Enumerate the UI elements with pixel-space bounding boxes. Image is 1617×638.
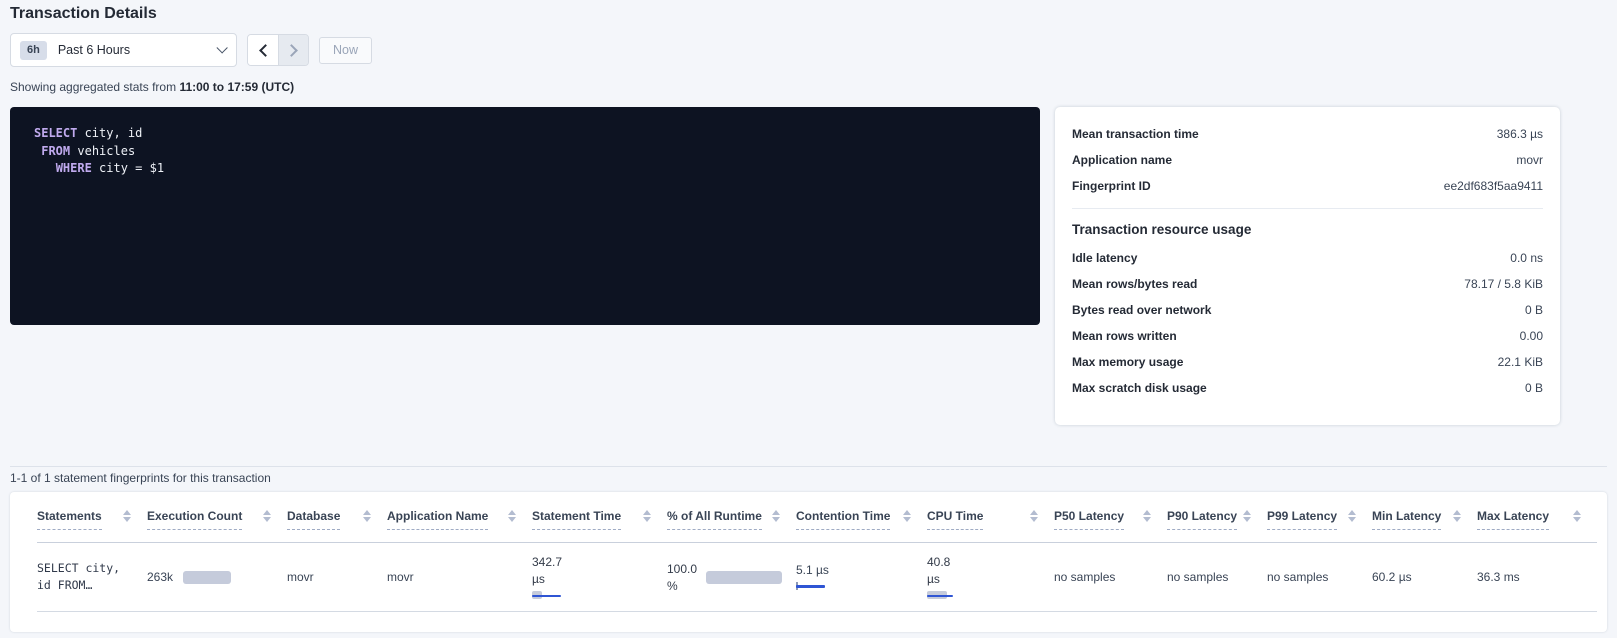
statements-table-header: Statements Execution Count Database Appl…	[37, 492, 1597, 543]
sort-icon	[903, 510, 911, 522]
p90-latency-cell: no samples	[1167, 570, 1267, 584]
database-cell: movr	[287, 570, 387, 584]
time-range-badge: 6h	[20, 41, 47, 60]
chevron-left-icon	[259, 44, 272, 57]
cpu-time-barchart	[927, 591, 1054, 600]
transaction-summary-panel: Mean transaction time 386.3 µs Applicati…	[1055, 107, 1560, 425]
summary-row-mean-transaction-time: Mean transaction time 386.3 µs	[1072, 121, 1543, 147]
sql-line-3: WHERE city = $1	[34, 160, 1016, 178]
statement-time-barchart	[532, 591, 667, 600]
statements-table-card: Statements Execution Count Database Appl…	[10, 492, 1607, 632]
aggregated-stats-caption: Showing aggregated stats from 11:00 to 1…	[10, 80, 294, 94]
resource-row-max-memory-usage: Max memory usage 22.1 KiB	[1072, 349, 1543, 375]
sort-icon	[1143, 510, 1151, 522]
column-header-p90-latency[interactable]: P90 Latency	[1167, 509, 1267, 530]
time-picker-row: 6h Past 6 Hours Now	[10, 33, 372, 67]
sql-line-1: SELECT city, id	[34, 125, 1016, 143]
execution-count-bar	[183, 571, 231, 584]
column-header-execution-count[interactable]: Execution Count	[147, 509, 287, 530]
section-divider	[10, 466, 1607, 467]
column-header-p99-latency[interactable]: P99 Latency	[1267, 509, 1372, 530]
column-header-max-latency[interactable]: Max Latency	[1477, 509, 1597, 530]
time-range-dropdown[interactable]: 6h Past 6 Hours	[10, 33, 237, 67]
sort-icon	[508, 510, 516, 522]
runtime-pct-bar	[706, 571, 782, 584]
resource-row-mean-rows-bytes-read: Mean rows/bytes read 78.17 / 5.8 KiB	[1072, 271, 1543, 297]
prev-time-button[interactable]	[248, 35, 278, 65]
column-header-runtime-pct[interactable]: % of All Runtime	[667, 509, 796, 530]
max-latency-cell: 36.3 ms	[1477, 570, 1597, 584]
statements-table: Statements Execution Count Database Appl…	[37, 492, 1597, 612]
time-nav-buttons	[247, 34, 309, 66]
column-header-statement-time[interactable]: Statement Time	[532, 509, 667, 530]
resource-row-bytes-read-over-network: Bytes read over network 0 B	[1072, 297, 1543, 323]
execution-count-cell: 263k	[147, 570, 287, 584]
summary-divider	[1072, 208, 1543, 209]
statements-count-caption: 1-1 of 1 statement fingerprints for this…	[10, 471, 271, 485]
contention-time-barchart	[796, 582, 927, 591]
column-header-p50-latency[interactable]: P50 Latency	[1054, 509, 1167, 530]
column-header-min-latency[interactable]: Min Latency	[1372, 509, 1477, 530]
sql-line-2: FROM vehicles	[34, 143, 1016, 161]
p50-latency-cell: no samples	[1054, 570, 1167, 584]
p99-latency-cell: no samples	[1267, 570, 1372, 584]
sort-icon	[1030, 510, 1038, 522]
time-range-label: Past 6 Hours	[58, 43, 130, 57]
sql-query-box: SELECT city, id FROM vehicles WHERE city…	[10, 107, 1040, 325]
cpu-time-cell: 40.8 µs	[927, 555, 1054, 600]
sort-icon	[1453, 510, 1461, 522]
sort-icon	[643, 510, 651, 522]
chevron-down-icon	[216, 42, 227, 53]
statement-fingerprint-link[interactable]: SELECT city, id FROM…	[37, 560, 147, 594]
sort-icon	[123, 510, 131, 522]
min-latency-cell: 60.2 µs	[1372, 570, 1477, 584]
sort-icon	[1348, 510, 1356, 522]
summary-row-application-name: Application name movr	[1072, 147, 1543, 173]
sort-icon	[1573, 510, 1581, 522]
column-header-statements[interactable]: Statements	[37, 509, 147, 530]
sort-icon	[772, 510, 780, 522]
sort-icon	[363, 510, 371, 522]
contention-time-cell: 5.1 µs	[796, 563, 927, 591]
statement-time-cell: 342.7 µs	[532, 555, 667, 600]
summary-row-fingerprint-id: Fingerprint ID ee2df683f5aa9411	[1072, 173, 1543, 199]
sort-icon	[263, 510, 271, 522]
application-name-cell: movr	[387, 570, 532, 584]
stats-time-range: 11:00 to 17:59 (UTC)	[179, 80, 294, 94]
column-header-cpu-time[interactable]: CPU Time	[927, 509, 1054, 530]
resource-row-mean-rows-written: Mean rows written 0.00	[1072, 323, 1543, 349]
column-header-application-name[interactable]: Application Name	[387, 509, 532, 530]
resource-row-idle-latency: Idle latency 0.0 ns	[1072, 245, 1543, 271]
runtime-pct-cell: 100.0%	[667, 562, 796, 593]
now-button[interactable]: Now	[319, 37, 372, 64]
page-title: Transaction Details	[10, 5, 157, 23]
resource-row-max-scratch-disk-usage: Max scratch disk usage 0 B	[1072, 375, 1543, 401]
sort-icon	[1243, 510, 1251, 522]
column-header-contention-time[interactable]: Contention Time	[796, 509, 927, 530]
chevron-right-icon	[285, 44, 298, 57]
resource-usage-heading: Transaction resource usage	[1072, 222, 1543, 237]
column-header-database[interactable]: Database	[287, 509, 387, 530]
transaction-details-page: { "header": { "title": "Transaction Deta…	[0, 0, 1617, 638]
statement-row: SELECT city, id FROM… 263k movr movr 342…	[37, 543, 1597, 612]
next-time-button[interactable]	[278, 35, 308, 65]
